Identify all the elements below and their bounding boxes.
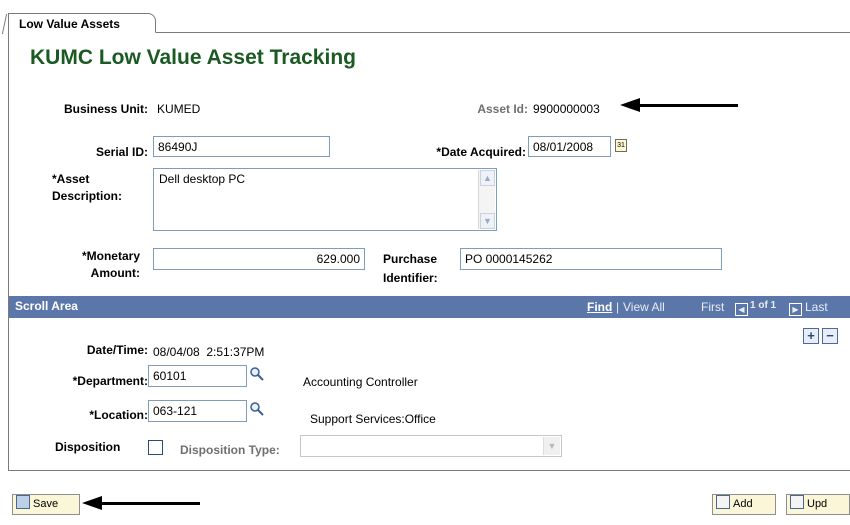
- nav-separator: |: [616, 300, 620, 314]
- chevron-down-icon[interactable]: ▼: [543, 437, 560, 455]
- asset-desc-label-2: Description:: [52, 189, 123, 203]
- asset-id-label: Asset Id:: [477, 102, 528, 116]
- serial-id-label: Serial ID:: [95, 145, 148, 159]
- page-title: KUMC Low Value Asset Tracking: [30, 46, 356, 69]
- date-acquired-input[interactable]: 08/01/2008: [528, 136, 611, 157]
- purchase-identifier-input[interactable]: PO 0000145262: [460, 248, 722, 270]
- monetary-label-1: *Monetary: [81, 249, 140, 263]
- purchase-label-2: Identifier:: [383, 271, 438, 285]
- update-button[interactable]: Upd: [786, 494, 850, 515]
- department-input[interactable]: 60101: [148, 365, 247, 387]
- add-page-icon: [716, 495, 730, 509]
- scroll-area-header: Scroll Area Find | View All First ◀ 1 of…: [9, 296, 850, 318]
- floppy-icon: [16, 495, 30, 509]
- find-link[interactable]: Find: [587, 300, 612, 314]
- datetime-label: Date/Time:: [86, 343, 148, 357]
- disposition-checkbox[interactable]: [148, 440, 163, 455]
- disposition-type-label: Disposition Type:: [180, 443, 280, 457]
- serial-id-input[interactable]: 86490J: [153, 136, 330, 157]
- add-row-icon[interactable]: +: [803, 328, 819, 344]
- scroll-up-icon[interactable]: ▲: [480, 170, 495, 186]
- tab-low-value-assets[interactable]: Low Value Assets: [8, 13, 156, 33]
- asset-id-value: 9900000003: [533, 102, 600, 116]
- delete-row-icon[interactable]: −: [822, 328, 838, 344]
- purchase-label-1: Purchase: [383, 252, 438, 266]
- monetary-amount-input[interactable]: 629.000: [153, 248, 365, 270]
- tab-label: Low Value Assets: [19, 17, 120, 31]
- annotation-arrow-line-2: [100, 502, 200, 505]
- department-lookup-icon[interactable]: [249, 366, 265, 382]
- date-acquired-label: *Date Acquired:: [436, 145, 526, 159]
- disposition-type-select[interactable]: ▼: [300, 435, 562, 457]
- scroll-down-icon[interactable]: ▼: [480, 213, 495, 229]
- department-description: Accounting Controller: [303, 375, 418, 389]
- calendar-icon[interactable]: 31: [615, 139, 627, 152]
- add-button[interactable]: Add: [712, 494, 776, 515]
- first-arrow-icon[interactable]: ◀: [735, 300, 748, 316]
- save-button[interactable]: Save: [12, 494, 80, 515]
- location-label: *Location:: [89, 408, 148, 422]
- department-label: *Department:: [72, 374, 148, 388]
- textarea-scrollbar[interactable]: ▲ ▼: [478, 170, 495, 229]
- last-arrow-icon[interactable]: ▶: [789, 300, 802, 316]
- location-lookup-icon[interactable]: [249, 401, 265, 417]
- location-input[interactable]: 063-121: [148, 400, 247, 422]
- first-link[interactable]: First: [701, 300, 724, 314]
- annotation-arrow-head: [620, 98, 640, 112]
- scroll-area-title: Scroll Area: [15, 299, 78, 313]
- annotation-arrow-head-2: [82, 496, 102, 510]
- update-icon: [790, 495, 804, 509]
- location-description: Support Services:Office: [310, 412, 436, 426]
- add-label: Add: [733, 498, 753, 510]
- business-unit-label: Business Unit:: [63, 102, 148, 116]
- view-all-link[interactable]: View All: [623, 300, 665, 314]
- asset-description-text: Dell desktop PC: [159, 172, 246, 186]
- disposition-label: Disposition: [55, 440, 121, 454]
- row-count: 1 of 1: [750, 300, 777, 311]
- update-label: Upd: [807, 498, 828, 510]
- annotation-arrow-line: [638, 104, 738, 107]
- asset-desc-label-1: *Asset: [52, 172, 90, 186]
- business-unit-value: KUMED: [157, 102, 201, 116]
- monetary-label-2: Amount:: [90, 266, 140, 280]
- datetime-value: 08/04/08 2:51:37PM: [153, 345, 265, 359]
- save-label: Save: [33, 498, 59, 510]
- last-link[interactable]: Last: [805, 300, 828, 314]
- asset-description-textarea[interactable]: Dell desktop PC ▲ ▼: [153, 168, 497, 231]
